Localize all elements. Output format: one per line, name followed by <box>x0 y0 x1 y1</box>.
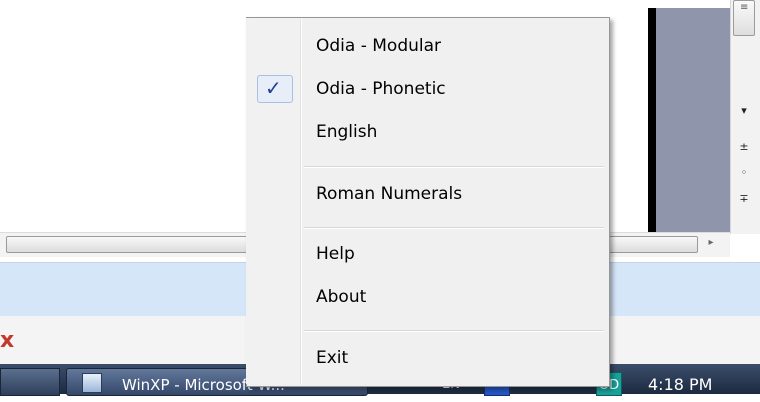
menu-separator <box>304 330 604 332</box>
menu-item-roman-numerals[interactable]: Roman Numerals <box>316 184 462 204</box>
clock[interactable]: 4:18 PM <box>648 368 712 402</box>
next-page-icon[interactable]: ∓ <box>736 192 752 205</box>
taskbar-button[interactable] <box>0 368 60 396</box>
menu-item-english[interactable]: English <box>316 122 377 142</box>
previous-page-icon[interactable]: ± <box>736 140 752 153</box>
document-edge <box>648 8 656 234</box>
scroll-grip-icon: ≡ <box>740 2 749 13</box>
select-browse-object-icon[interactable]: ◦ <box>736 166 752 179</box>
menu-item-odia-phonetic[interactable]: Odia - Phonetic <box>316 79 446 99</box>
scroll-right-arrow-icon[interactable]: ▸ <box>702 234 720 252</box>
close-icon[interactable]: x <box>0 328 14 353</box>
menu-item-help[interactable]: Help <box>316 244 355 264</box>
menu-item-odia-modular[interactable]: Odia - Modular <box>316 36 441 56</box>
menu-gutter-divider-highlight <box>301 18 302 384</box>
scroll-down-arrow-icon[interactable]: ▾ <box>736 104 752 117</box>
menu-item-about[interactable]: About <box>316 287 366 307</box>
document-background <box>656 8 730 234</box>
menu-item-exit[interactable]: Exit <box>316 348 348 368</box>
menu-icon-gutter <box>246 18 300 384</box>
document-icon <box>82 373 102 393</box>
menu-separator <box>304 166 604 168</box>
checkmark-icon: ✓ <box>265 76 282 100</box>
menu-separator <box>304 227 604 229</box>
